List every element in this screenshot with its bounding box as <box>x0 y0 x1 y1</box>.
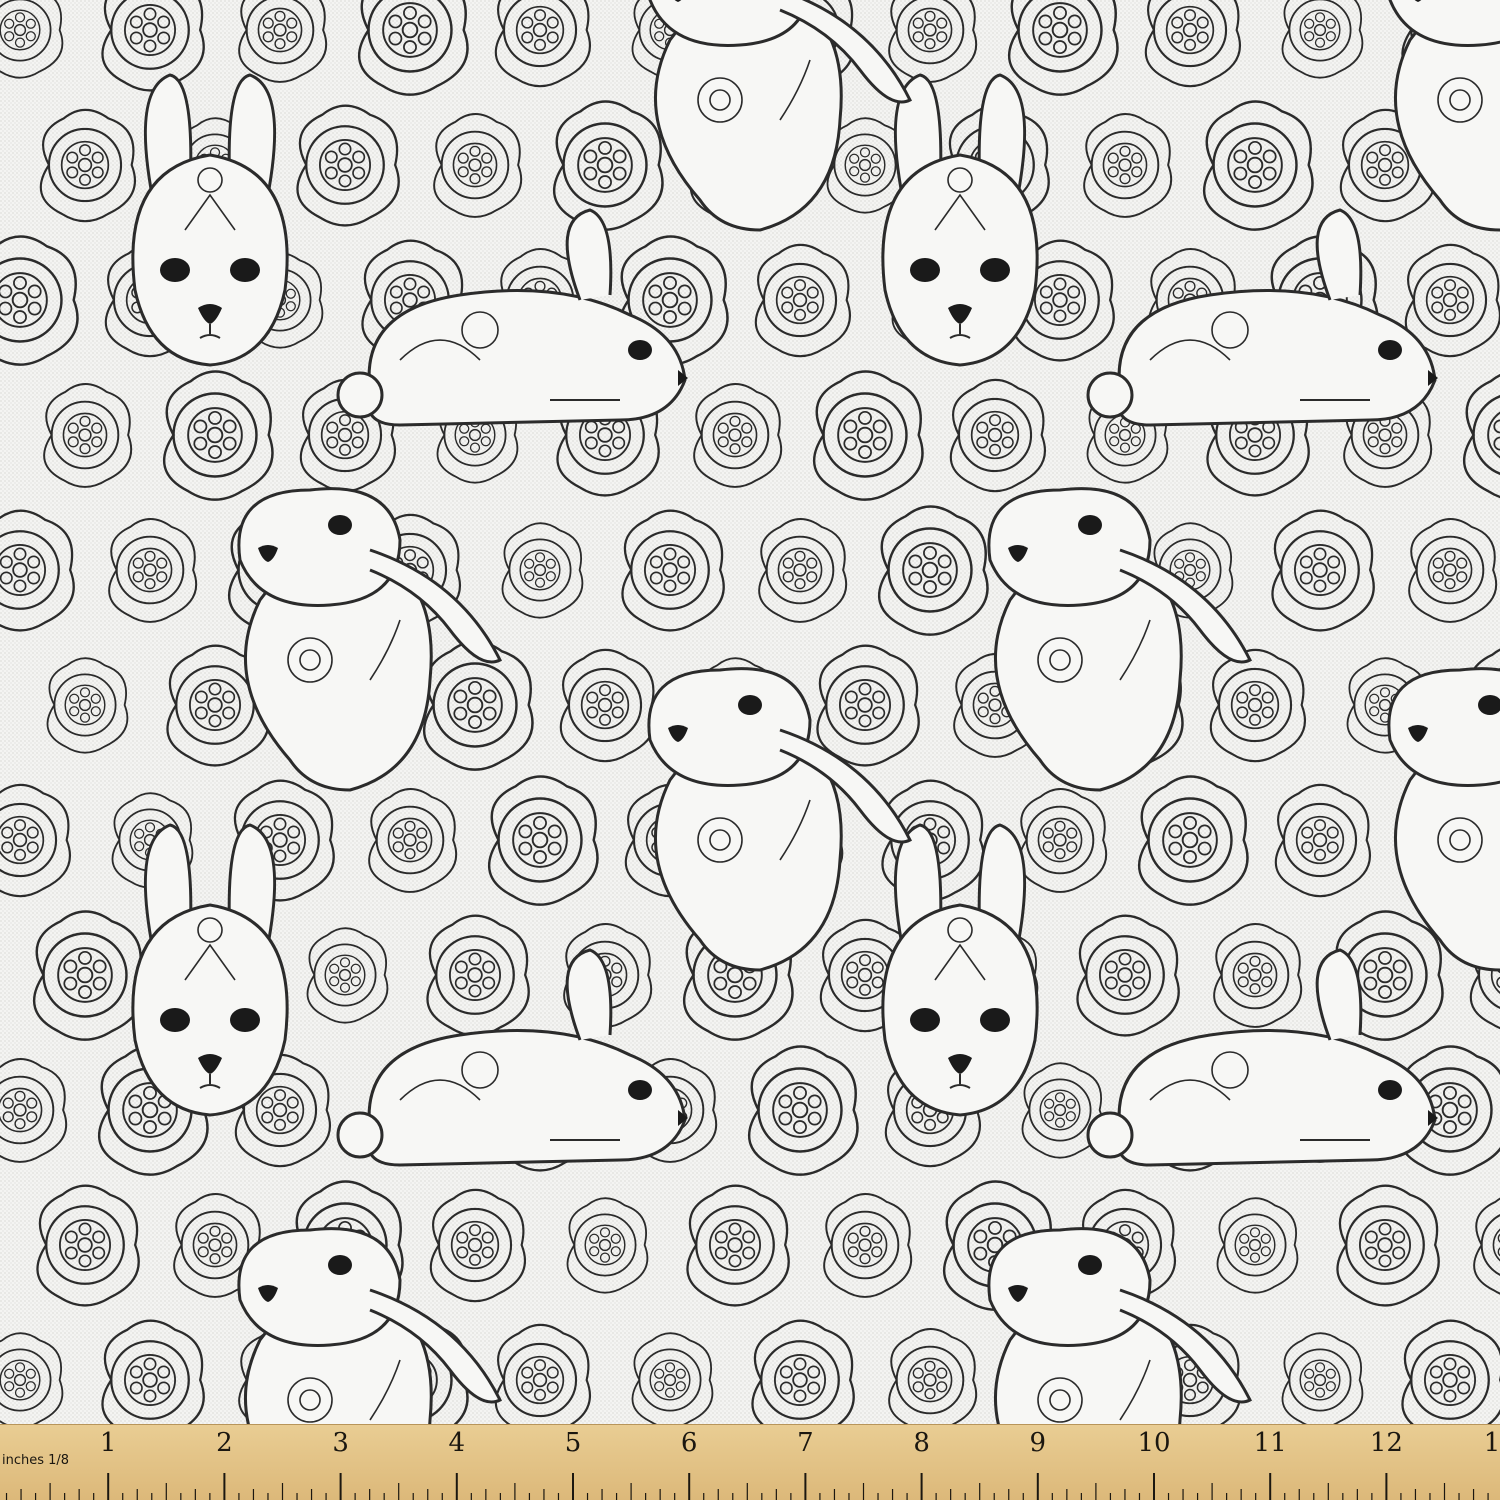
ruler-unit-label: inches 1/8 <box>2 1453 70 1468</box>
ruler-number: 10 <box>1137 1428 1170 1458</box>
measuring-ruler: 1 2 3 4 5 6 7 8 9 10 11 12 1 inches 1/8 <box>0 1424 1500 1500</box>
product-image: 1 2 3 4 5 6 7 8 9 10 11 12 1 inches 1/8 <box>0 0 1500 1500</box>
ruler-number: 2 <box>216 1428 233 1458</box>
ruler-number: 11 <box>1254 1428 1287 1458</box>
ruler-number: 8 <box>913 1428 930 1458</box>
ruler-number: 5 <box>565 1428 582 1458</box>
ruler-number: 1 <box>100 1428 117 1458</box>
ruler-number: 9 <box>1030 1428 1047 1458</box>
ruler-number: 7 <box>797 1428 814 1458</box>
ruler-ticks: 1 2 3 4 5 6 7 8 9 10 11 12 1 <box>5 1428 1500 1500</box>
fabric-pattern <box>0 0 1500 1424</box>
ruler-number: 1 <box>1484 1428 1500 1458</box>
ruler-number: 4 <box>449 1428 466 1458</box>
ruler-number: 6 <box>681 1428 698 1458</box>
ruler-number: 3 <box>332 1428 349 1458</box>
ruler-number: 12 <box>1370 1428 1403 1458</box>
